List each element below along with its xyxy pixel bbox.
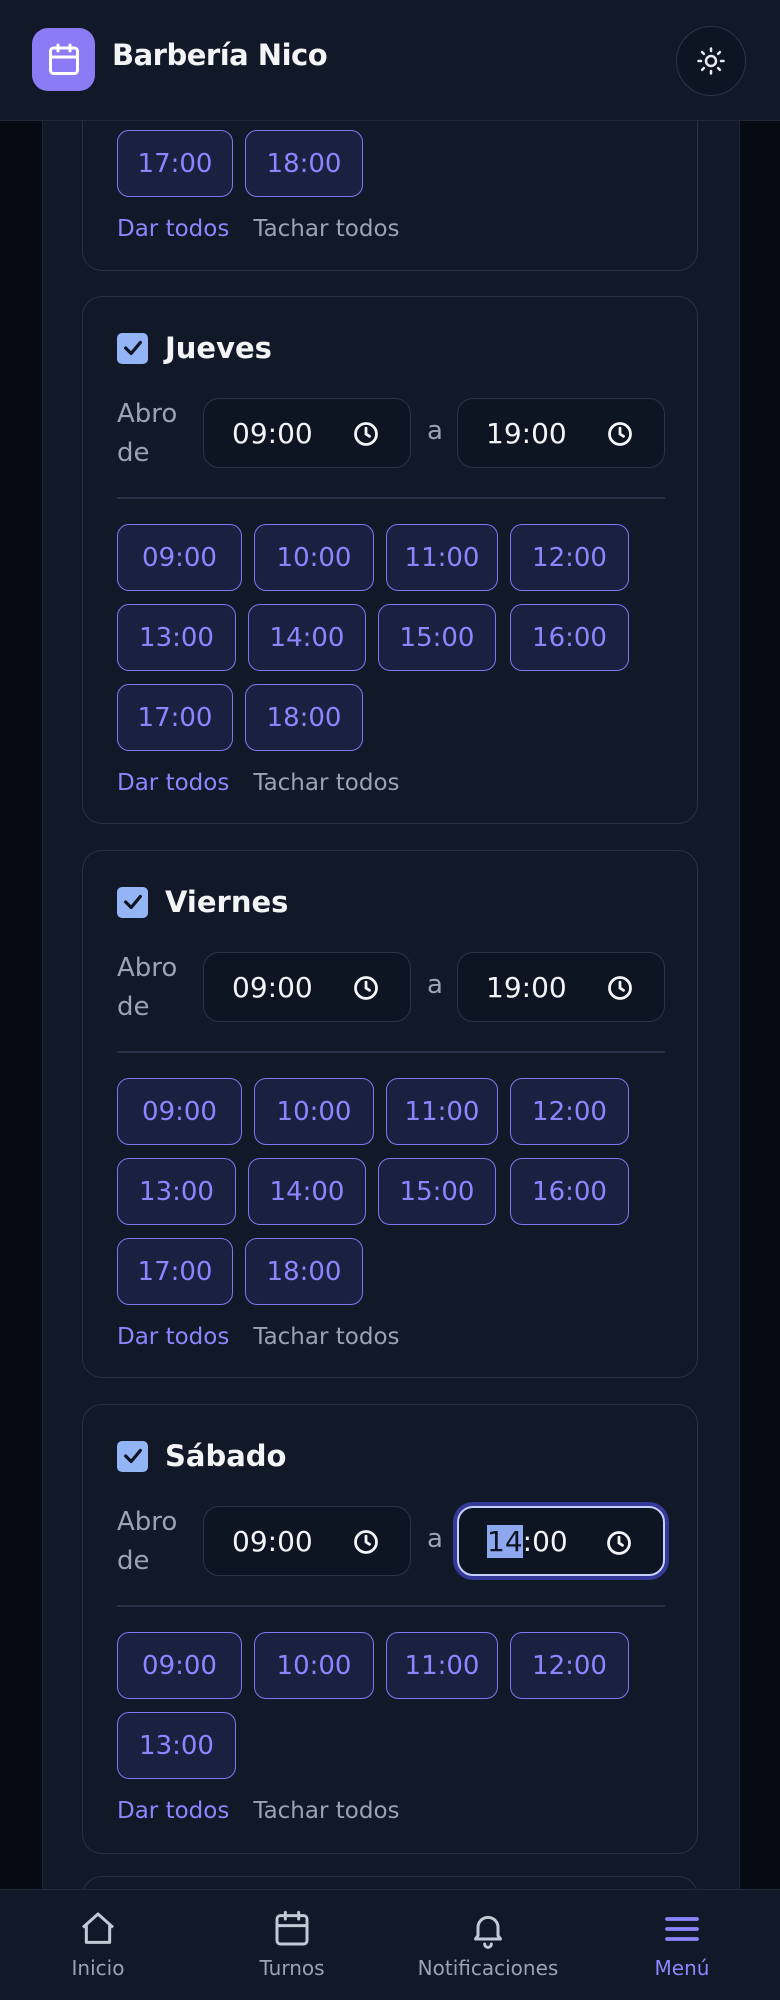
day-name: Jueves	[165, 331, 272, 365]
slot-button[interactable]: 14:00	[248, 1158, 366, 1225]
open-time-input[interactable]: 09:00	[203, 398, 411, 468]
app-title: Barbería Nico	[112, 38, 328, 72]
clock-icon	[608, 422, 632, 446]
slot-button[interactable]: 13:00	[117, 1712, 236, 1779]
from-label: Abro de	[117, 399, 178, 468]
clear-all-link[interactable]: Tachar todos	[253, 1324, 399, 1350]
slot-button[interactable]: 13:00	[117, 1158, 236, 1225]
slot-button[interactable]: 10:00	[254, 1078, 374, 1145]
calendar-logo-icon	[32, 28, 95, 91]
calendar-icon	[272, 1908, 312, 1950]
slot-button[interactable]: 11:00	[386, 1078, 498, 1145]
divider	[117, 1605, 665, 1607]
slot-button[interactable]: 17:00	[117, 684, 233, 751]
close-time-input[interactable]: 14:00	[457, 1506, 665, 1576]
slot-button[interactable]: 13:00	[117, 604, 236, 671]
sun-icon	[697, 47, 725, 75]
clock-icon	[607, 1531, 631, 1555]
clock-icon	[354, 422, 378, 446]
clear-all-link[interactable]: Tachar todos	[253, 770, 399, 796]
open-time-input[interactable]: 09:00	[203, 1506, 411, 1576]
bell-icon	[468, 1908, 508, 1950]
slot-button[interactable]: 12:00	[510, 1632, 629, 1699]
nav-item-inicio[interactable]: Inicio	[38, 1890, 158, 2000]
clock-icon	[354, 1530, 378, 1554]
check-icon	[123, 894, 142, 910]
to-separator: a	[427, 970, 443, 1000]
divider	[117, 1051, 665, 1053]
open-time-input[interactable]: 09:00	[203, 952, 411, 1022]
divider	[117, 497, 665, 499]
clear-all-link[interactable]: Tachar todos	[253, 1798, 399, 1824]
close-time-input[interactable]: 19:00	[457, 952, 665, 1022]
slot-button[interactable]: 17:00	[117, 130, 233, 197]
check-icon	[123, 1448, 142, 1464]
check-icon	[123, 340, 142, 356]
bottom-nav: Inicio Turnos Notificaciones Menú	[0, 1889, 780, 2000]
slot-button[interactable]: 18:00	[245, 1238, 363, 1305]
day-name: Viernes	[165, 885, 289, 919]
home-icon	[78, 1908, 118, 1950]
slot-button[interactable]: 09:00	[117, 524, 242, 591]
day-checkbox[interactable]	[117, 886, 148, 918]
clear-all-link[interactable]: Tachar todos	[253, 216, 399, 242]
select-all-link[interactable]: Dar todos	[117, 1324, 229, 1350]
slot-button[interactable]: 11:00	[386, 1632, 498, 1699]
clock-icon	[354, 976, 378, 1000]
day-name: Sábado	[165, 1439, 287, 1473]
slot-button[interactable]: 12:00	[510, 524, 629, 591]
close-time-input[interactable]: 19:00	[457, 398, 665, 468]
nav-item-notificaciones[interactable]: Notificaciones	[412, 1890, 564, 2000]
slot-button[interactable]: 14:00	[248, 604, 366, 671]
select-all-link[interactable]: Dar todos	[117, 1798, 229, 1824]
theme-toggle-button[interactable]	[676, 26, 746, 96]
slot-button[interactable]: 18:00	[245, 130, 363, 197]
clock-icon	[608, 976, 632, 1000]
slot-button[interactable]: 16:00	[510, 604, 629, 671]
slot-button[interactable]: 17:00	[117, 1238, 233, 1305]
day-card-jueves: Jueves Abro de 09:00 a 19:00 09:00 10:00 …	[82, 296, 698, 824]
nav-item-menu[interactable]: Menú	[622, 1890, 742, 2000]
to-separator: a	[427, 1524, 443, 1554]
nav-item-turnos[interactable]: Turnos	[232, 1890, 352, 2000]
from-label: Abro de	[117, 1507, 178, 1576]
day-card-sabado: Sábado Abro de 09:00 a 14:00 09:00 10:00 …	[82, 1404, 698, 1854]
day-card-partial: 17:00 18:00 Dar todos Tachar todos	[82, 100, 698, 271]
to-separator: a	[427, 416, 443, 446]
slot-button[interactable]: 10:00	[254, 1632, 374, 1699]
app-header: Barbería Nico	[0, 0, 780, 121]
slot-button[interactable]: 15:00	[378, 1158, 496, 1225]
slot-button[interactable]: 09:00	[117, 1632, 242, 1699]
slot-button[interactable]: 15:00	[378, 604, 496, 671]
slot-button[interactable]: 09:00	[117, 1078, 242, 1145]
slot-button[interactable]: 16:00	[510, 1158, 629, 1225]
select-all-link[interactable]: Dar todos	[117, 770, 229, 796]
menu-icon	[662, 1908, 702, 1950]
slot-button[interactable]: 10:00	[254, 524, 374, 591]
slot-button[interactable]: 11:00	[386, 524, 498, 591]
day-checkbox[interactable]	[117, 1440, 148, 1472]
selected-hour: 14	[487, 1524, 523, 1558]
slot-button[interactable]: 18:00	[245, 684, 363, 751]
select-all-link[interactable]: Dar todos	[117, 216, 229, 242]
day-card-viernes: Viernes Abro de 09:00 a 19:00 09:00 10:00…	[82, 850, 698, 1378]
from-label: Abro de	[117, 953, 178, 1022]
slot-button[interactable]: 12:00	[510, 1078, 629, 1145]
day-checkbox[interactable]	[117, 332, 148, 364]
